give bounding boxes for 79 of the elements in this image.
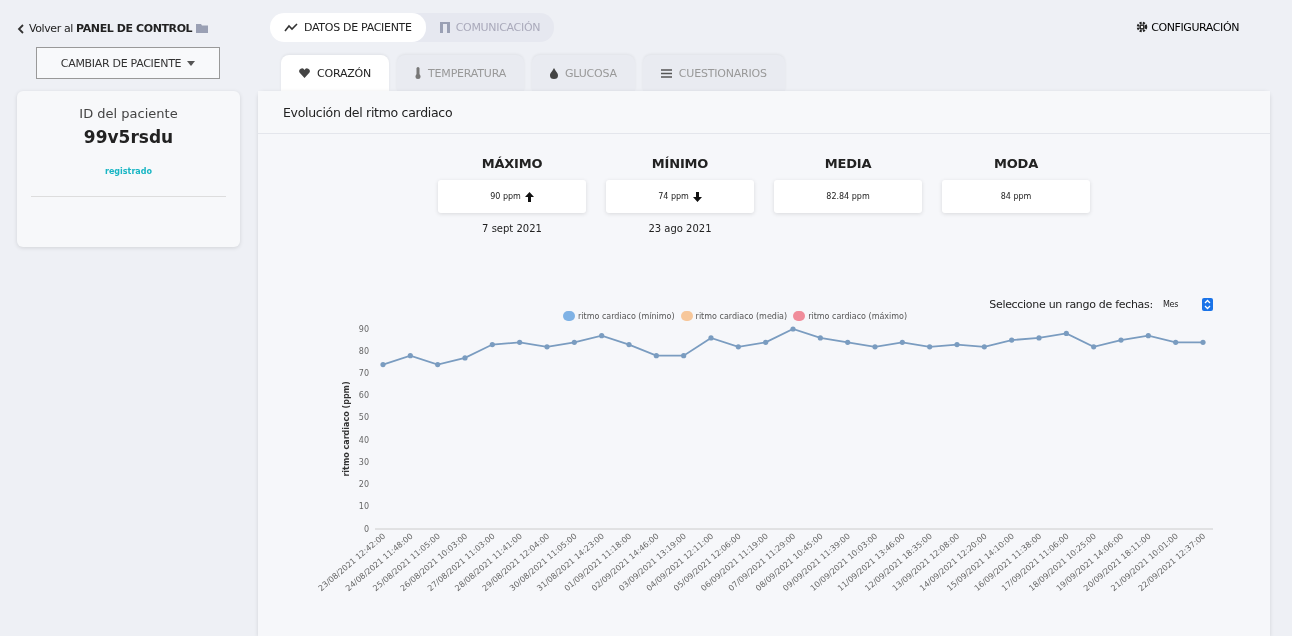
stat-value: 84 ppm <box>1000 192 1032 201</box>
data-point <box>1009 337 1015 343</box>
data-point <box>407 353 413 359</box>
data-point <box>681 353 687 359</box>
data-point <box>1036 335 1042 341</box>
range-label: Seleccione un rango de fechas: <box>989 298 1153 311</box>
data-point <box>1145 333 1151 339</box>
data-point <box>380 361 386 368</box>
stat-date: 23 ago 2021 <box>648 223 712 234</box>
patient-dropdown[interactable]: CAMBIAR DE PACIENTE <box>36 47 220 79</box>
tick-label: 40 <box>358 435 369 445</box>
tick-label: 10 <box>358 502 369 512</box>
data-point <box>1091 344 1097 350</box>
data-point <box>1063 330 1069 337</box>
data-point <box>599 333 605 339</box>
status-label: registrado <box>105 167 152 176</box>
legend-label[interactable]: ritmo cardiaco (mínimo) <box>578 311 675 321</box>
data-point <box>1173 339 1179 345</box>
tick-label: 90 <box>358 324 369 334</box>
tick-label: 0 <box>363 524 369 534</box>
folder-icon <box>196 24 209 33</box>
data-point <box>571 339 577 345</box>
data-point <box>790 326 796 332</box>
axis-title: ritmo cardiaco (ppm) <box>342 381 351 477</box>
stat-value: 74 ppm <box>658 192 689 201</box>
heart-icon <box>299 68 310 78</box>
caret-icon <box>187 60 196 66</box>
tick-label: 20 <box>358 480 369 490</box>
line-chart-icon <box>284 22 298 32</box>
stat-date: 7 sept 2021 <box>482 223 542 234</box>
arrow-up-icon <box>524 191 534 202</box>
data-point <box>927 344 933 350</box>
data-point <box>872 344 878 350</box>
thermometer-icon <box>415 67 422 79</box>
tick-label: 80 <box>358 346 369 356</box>
main-tab[interactable]: DATOS DE PACIENTE <box>270 12 426 42</box>
stat-label: MEDIA <box>824 156 872 171</box>
spinner-icon <box>1202 298 1213 311</box>
data-point <box>489 341 495 348</box>
stat-label: MÍNIMO <box>651 156 709 171</box>
stat-label: MÁXIMO <box>481 156 543 171</box>
arrow-down-icon <box>692 191 702 202</box>
data-point <box>435 361 441 368</box>
range-select[interactable]: Mes <box>1162 298 1213 311</box>
data-point <box>817 335 823 341</box>
data-point <box>1200 339 1206 345</box>
data-point <box>954 341 960 348</box>
data-point <box>544 344 550 350</box>
tick-label: 60 <box>358 391 369 401</box>
data-point <box>462 355 468 361</box>
legend-label[interactable]: ritmo cardiaco (máximo) <box>808 311 908 321</box>
data-point <box>845 339 851 345</box>
tick-label: 30 <box>358 457 369 467</box>
settings-icon <box>1136 21 1149 33</box>
data-point <box>626 341 632 348</box>
data-point <box>899 339 905 345</box>
patient-id: 99v5rsdu <box>83 127 174 147</box>
data-point <box>517 339 523 345</box>
data-point <box>981 344 987 350</box>
settings-button[interactable]: CONFIGURACIÓN <box>1130 19 1245 35</box>
list-icon <box>660 68 672 78</box>
patient-id-label: ID del paciente <box>79 106 178 121</box>
legend-label[interactable]: ritmo cardiaco (media) <box>695 311 788 321</box>
drop-icon <box>550 67 558 79</box>
stat-label: MODA <box>993 156 1038 171</box>
data-point <box>735 344 741 350</box>
data-point <box>763 339 769 345</box>
chevron-left-icon <box>17 23 25 34</box>
tick-label: 70 <box>358 368 369 378</box>
back-link[interactable]: Volver al PANEL DE CONTROL <box>17 22 243 35</box>
stat-value: 90 ppm <box>490 192 521 201</box>
door-icon <box>439 21 450 33</box>
data-point <box>653 353 659 359</box>
data-point <box>708 335 714 341</box>
tick-label: 50 <box>358 413 369 423</box>
stat-value: 82.84 ppm <box>826 192 870 201</box>
card-title: Evolución del ritmo cardiaco <box>283 104 453 120</box>
category-tab[interactable]: CORAZÓN <box>281 55 390 91</box>
data-point <box>1118 337 1124 343</box>
